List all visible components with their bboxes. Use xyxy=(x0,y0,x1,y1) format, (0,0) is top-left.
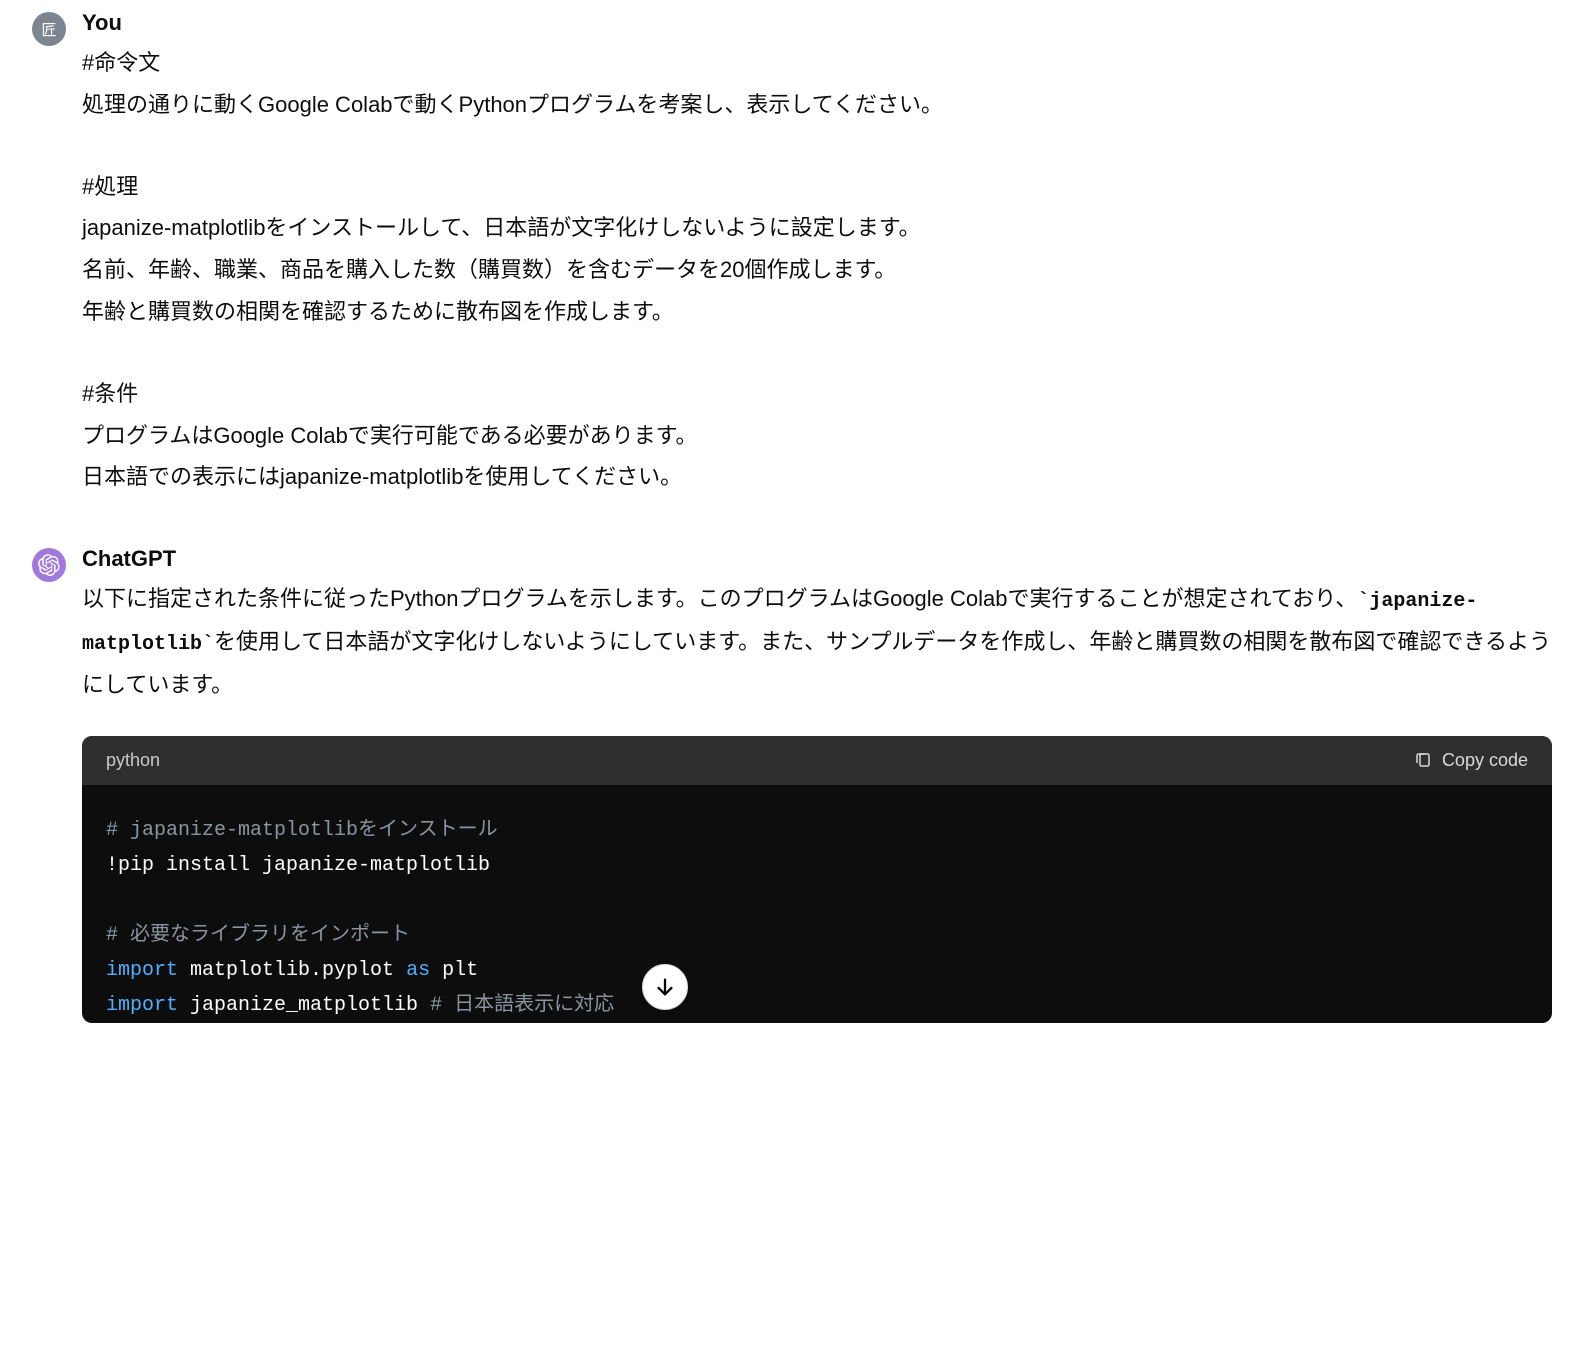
user-line: 日本語での表示にはjapanize-matplotlibを使用してください。 xyxy=(82,456,1552,498)
code-keyword: import xyxy=(106,959,178,982)
user-avatar-glyph: 匠 xyxy=(41,19,56,40)
user-message: 匠 You #命令文 処理の通りに動くGoogle Colabで動くPython… xyxy=(0,10,1592,498)
user-line: #命令文 xyxy=(82,42,1552,84)
user-name-label: You xyxy=(82,10,1552,36)
arrow-down-icon xyxy=(654,976,676,998)
copy-code-label: Copy code xyxy=(1442,750,1528,771)
code-body[interactable]: # japanize-matplotlibをインストール !pip instal… xyxy=(82,785,1552,1023)
copy-code-button[interactable]: Copy code xyxy=(1414,750,1528,771)
assistant-message: ChatGPT 以下に指定された条件に従ったPythonプログラムを示します。こ… xyxy=(0,546,1592,1023)
user-line: #条件 xyxy=(82,373,1552,415)
assistant-intro-text: を使用して日本語が文字化けしないようにしています。また、サンプルデータを作成し、… xyxy=(82,629,1551,697)
user-content: #命令文 処理の通りに動くGoogle Colabで動くPythonプログラムを… xyxy=(82,42,1552,498)
code-token: japanize_matplotlib xyxy=(178,994,430,1017)
user-paragraph-3: #条件 プログラムはGoogle Colabで実行可能である必要があります。 日… xyxy=(82,373,1552,498)
user-paragraph-2: #処理 japanize-matplotlibをインストールして、日本語が文字化… xyxy=(82,166,1552,333)
code-keyword: import xyxy=(106,994,178,1017)
user-line: #処理 xyxy=(82,166,1552,208)
code-token: matplotlib.pyplot xyxy=(178,959,406,982)
scroll-down-button[interactable] xyxy=(642,964,688,1010)
code-language-label: python xyxy=(106,750,160,771)
assistant-avatar xyxy=(32,548,66,582)
code-comment: # japanize-matplotlibをインストール xyxy=(106,819,498,842)
assistant-name-label: ChatGPT xyxy=(82,546,1552,572)
user-message-body: You #命令文 処理の通りに動くGoogle Colabで動くPythonプロ… xyxy=(82,10,1552,498)
code-comment: # 必要なライブラリをインポート xyxy=(106,924,410,947)
user-paragraph-1: #命令文 処理の通りに動くGoogle Colabで動くPythonプログラムを… xyxy=(82,42,1552,126)
clipboard-icon xyxy=(1414,751,1432,769)
code-block: python Copy code # japanize-matplotlibをイ… xyxy=(82,736,1552,1023)
assistant-intro-paragraph: 以下に指定された条件に従ったPythonプログラムを示します。このプログラムはG… xyxy=(82,578,1552,706)
assistant-intro-text: 以下に指定された条件に従ったPythonプログラムを示します。このプログラムはG… xyxy=(82,586,1357,611)
code-keyword: as xyxy=(406,959,430,982)
user-line: japanize-matplotlibをインストールして、日本語が文字化けしない… xyxy=(82,207,1552,249)
user-line: 処理の通りに動くGoogle Colabで動くPythonプログラムを考案し、表… xyxy=(82,84,1552,126)
code-line: !pip install japanize-matplotlib xyxy=(106,854,490,877)
openai-logo-icon xyxy=(38,554,60,576)
user-line: プログラムはGoogle Colabで実行可能である必要があります。 xyxy=(82,415,1552,457)
assistant-message-body: ChatGPT 以下に指定された条件に従ったPythonプログラムを示します。こ… xyxy=(82,546,1552,1023)
user-avatar: 匠 xyxy=(32,12,66,46)
user-line: 名前、年齢、職業、商品を購入した数（購買数）を含むデータを20個作成します。 xyxy=(82,249,1552,291)
user-line: 年齢と購買数の相関を確認するために散布図を作成します。 xyxy=(82,291,1552,333)
code-token: plt xyxy=(430,959,478,982)
code-comment: # 日本語表示に対応 xyxy=(430,994,614,1017)
code-header: python Copy code xyxy=(82,736,1552,785)
assistant-content: 以下に指定された条件に従ったPythonプログラムを示します。このプログラムはG… xyxy=(82,578,1552,706)
